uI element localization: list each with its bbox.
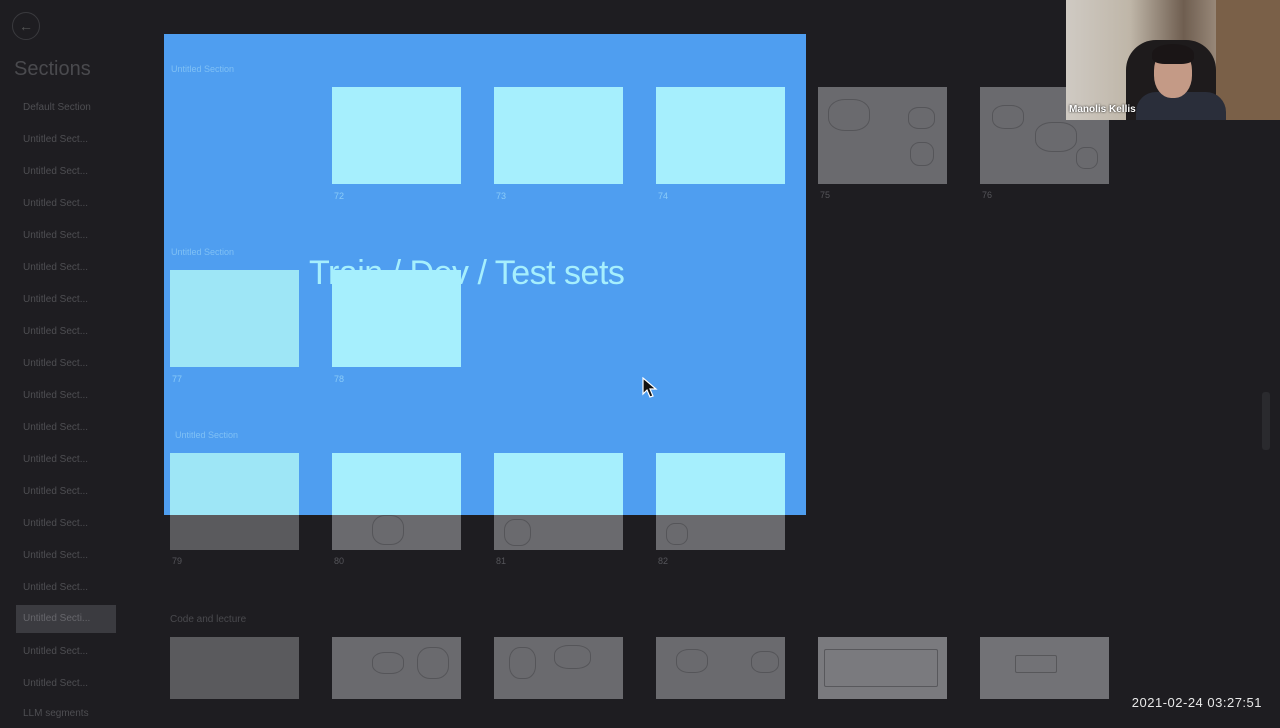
sidebar-item[interactable]: Default Section [16,94,116,122]
sidebar-item[interactable]: Untitled Sect... [16,318,116,346]
slide-number: 80 [334,556,345,566]
sidebar-item[interactable]: Untitled Sect... [16,382,116,410]
participant-name: Manolis Kellis [1069,104,1136,115]
webcam-video: Manolis Kellis [1066,0,1280,120]
sidebar-item[interactable]: Untitled Sect... [16,638,116,666]
slide-number: 82 [658,556,669,566]
slide-number: 79 [172,556,183,566]
slide-thumbnail[interactable] [656,453,785,515]
sidebar-item[interactable]: Untitled Sect... [16,350,116,378]
slide-title: Train / Dev / Test sets [309,254,625,292]
slide-thumbnail[interactable] [170,637,299,699]
sidebar-item[interactable]: Untitled Sect... [16,190,116,218]
sidebar-item[interactable]: Untitled Sect... [16,414,116,442]
section-header: Untitled Section [171,64,235,74]
slide-number: 75 [820,190,831,200]
timestamp: 2021-02-24 03:27:51 [1131,695,1262,710]
sidebar-item[interactable]: Untitled Sect... [16,542,116,570]
section-header: Untitled Section [171,247,235,257]
sidebar-item[interactable]: Untitled Sect... [16,574,116,602]
slide-thumbnail[interactable] [818,637,947,699]
slide-number: 74 [658,191,669,201]
sidebar-item[interactable]: Untitled Sect... [16,446,116,474]
slide-number: 73 [496,191,507,201]
slide-thumbnail[interactable] [980,637,1109,699]
slide-thumbnail[interactable] [332,87,461,184]
back-arrow-icon: ← [19,18,33,34]
sidebar-item[interactable]: Untitled Sect... [16,670,116,698]
sidebar-item[interactable]: Untitled Sect... [16,510,116,538]
slide-thumbnail[interactable] [332,637,461,699]
sidebar-item[interactable]: Untitled Sect... [16,158,116,186]
slide-number: 78 [334,374,345,384]
slide-preview-overlay: Untitled Section 72 73 74 Untitled Secti… [164,34,806,515]
slide-thumbnail[interactable] [494,87,623,184]
slide-thumbnail[interactable] [494,453,623,515]
slide-thumbnail[interactable] [170,270,299,367]
slide-number: 77 [172,374,183,384]
mouse-cursor-icon [642,377,658,398]
section-header: Code and lecture [170,614,247,625]
back-button[interactable]: ← [12,12,40,40]
section-header: Untitled Section [175,430,239,440]
slide-number: 72 [334,191,345,201]
slide-number: 76 [982,190,993,200]
slide-number: 81 [496,556,507,566]
sections-title: Sections [14,58,91,80]
sidebar-item-active[interactable]: Untitled Secti... [16,605,116,633]
slide-thumbnail[interactable] [332,453,461,515]
slide-thumbnail[interactable] [494,637,623,699]
slide-thumbnail[interactable] [656,87,785,184]
sidebar-item[interactable]: Untitled Sect... [16,126,116,154]
sidebar-item[interactable]: Untitled Sect... [16,254,116,282]
slide-thumbnail[interactable] [818,87,947,184]
sidebar-item[interactable]: Untitled Sect... [16,222,116,250]
slide-thumbnail[interactable] [656,637,785,699]
sidebar-item[interactable]: Untitled Sect... [16,478,116,506]
scrollbar-thumb[interactable] [1262,392,1270,450]
sidebar-item[interactable]: Untitled Sect... [16,286,116,314]
sidebar-item[interactable]: LLM segments [16,700,116,728]
slide-thumbnail[interactable] [170,453,299,515]
